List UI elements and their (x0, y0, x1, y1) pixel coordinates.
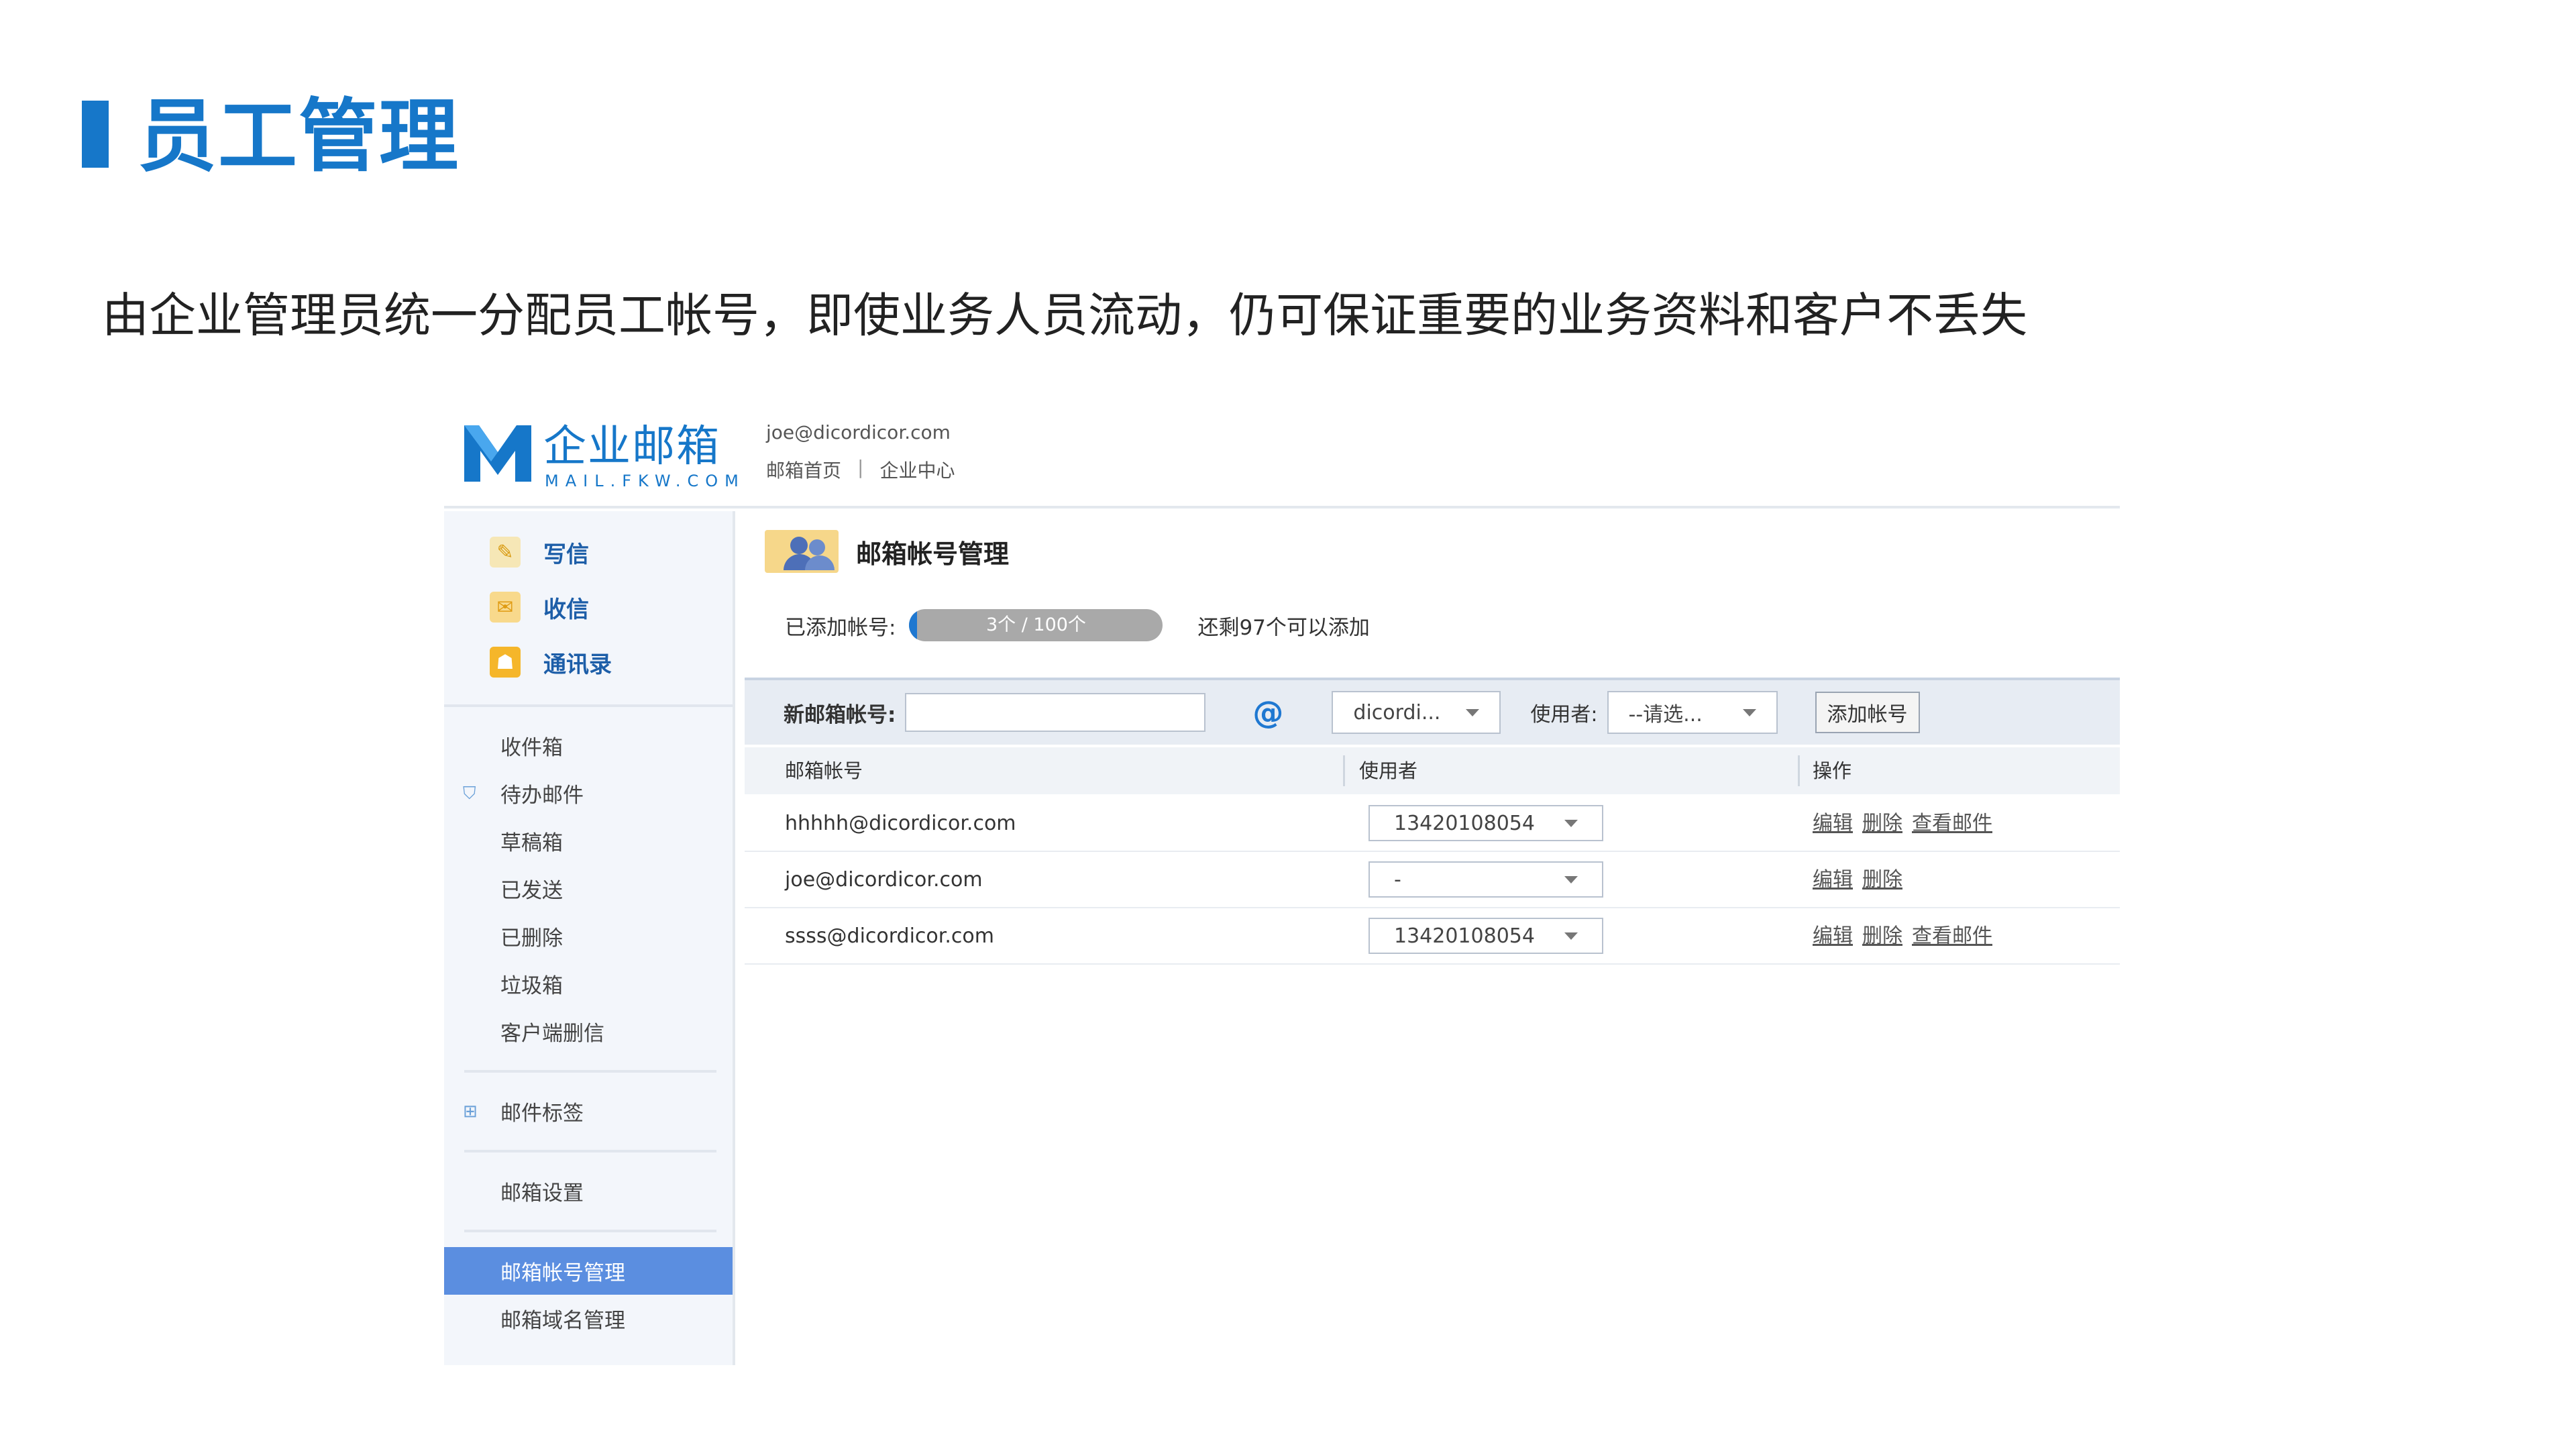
account-cell: ssss@dicordicor.com (785, 924, 994, 948)
sidebar-item-sent[interactable]: 已发送 (444, 865, 733, 912)
envelope-icon: ✉ (490, 592, 521, 623)
view-mail-link[interactable]: 查看邮件 (1912, 796, 1992, 852)
column-header-actions: 操作 (1813, 759, 1852, 782)
sidebar-item-receive[interactable]: ✉ 收信 (444, 580, 733, 635)
logo-text[interactable]: 企业邮箱 (543, 420, 720, 474)
user-dropdown[interactable]: - (1368, 861, 1603, 898)
quota-row: 已添加帐号: 3个 / 100个 还剩97个可以添加 (785, 605, 1370, 645)
user-dropdown[interactable]: 13420108054 (1368, 918, 1603, 954)
pencil-icon: ✎ (490, 537, 521, 568)
row-actions: 编辑 删除 查看邮件 (1813, 796, 1992, 852)
table-header: 邮箱帐号 使用者 操作 (745, 747, 2120, 794)
sidebar-divider (464, 1070, 716, 1073)
edit-link[interactable]: 编辑 (1813, 908, 1853, 965)
account-cell: joe@dicordicor.com (785, 868, 983, 892)
sidebar-item-deleted[interactable]: 已删除 (444, 912, 733, 960)
sidebar-item-drafts[interactable]: 草稿箱 (444, 817, 733, 865)
panel-header: 邮箱帐号管理 (765, 525, 1009, 578)
folder-label: 邮件标签 (500, 1102, 584, 1126)
slide-title: 员工管理 (138, 90, 460, 182)
mail-logo-icon[interactable] (464, 423, 531, 483)
column-header-account: 邮箱帐号 (785, 759, 863, 782)
users-icon (765, 530, 839, 573)
sidebar-item-domain-management[interactable]: 邮箱域名管理 (444, 1295, 733, 1342)
chevron-down-icon (1564, 932, 1578, 940)
slide-subtitle: 由企业管理员统一分配员工帐号，即使业务人员流动，仍可保证重要的业务资料和客户不丢… (102, 288, 2027, 343)
sidebar-item-inbox[interactable]: 收件箱 (444, 722, 733, 769)
enterprise-center-link[interactable]: 企业中心 (879, 456, 955, 483)
top-links: 邮箱首页 | 企业中心 (766, 456, 955, 483)
sidebar: ✎ 写信 ✉ 收信 ☗ 通讯录 收件箱 ⛉ 待办邮件 草稿箱 已发送 已删除 垃… (444, 511, 735, 1365)
edit-link[interactable]: 编辑 (1813, 796, 1853, 852)
shield-check-icon: ⛉ (463, 784, 476, 804)
user-label: 使用者: (1530, 703, 1598, 727)
add-account-button[interactable]: 添加帐号 (1815, 692, 1920, 733)
user-select-value: --请选... (1628, 703, 1703, 727)
quota-progress-text: 3个 / 100个 (985, 614, 1086, 635)
quota-progress-bar: 3个 / 100个 (909, 609, 1163, 641)
app-header: 企业邮箱 MAIL.FKW.COM joe@dicordicor.com 邮箱首… (444, 409, 2120, 508)
quick-actions: ✎ 写信 ✉ 收信 ☗ 通讯录 (444, 511, 733, 690)
sidebar-item-tags[interactable]: ⊞ 邮件标签 (444, 1087, 733, 1135)
user-dropdown[interactable]: 13420108054 (1368, 805, 1603, 841)
edit-link[interactable]: 编辑 (1813, 852, 1853, 908)
expand-plus-icon[interactable]: ⊞ (463, 1102, 482, 1121)
quick-label: 通讯录 (543, 651, 612, 678)
delete-link[interactable]: 删除 (1862, 852, 1902, 908)
chevron-down-icon (1564, 819, 1578, 827)
delete-link[interactable]: 删除 (1862, 796, 1902, 852)
sidebar-item-todo[interactable]: ⛉ 待办邮件 (444, 769, 733, 817)
table-row: ssss@dicordicor.com 13420108054 编辑 删除 查看… (745, 908, 2120, 965)
user-dropdown-value: - (1394, 867, 1401, 892)
logo-subtext: MAIL.FKW.COM (545, 472, 745, 490)
sidebar-item-settings[interactable]: 邮箱设置 (444, 1167, 733, 1215)
view-mail-link[interactable]: 查看邮件 (1912, 908, 1992, 965)
mail-app-screenshot: 企业邮箱 MAIL.FKW.COM joe@dicordicor.com 邮箱首… (444, 409, 2120, 1365)
title-accent-bar (82, 101, 109, 168)
folder-label: 待办邮件 (500, 784, 584, 808)
delete-link[interactable]: 删除 (1862, 908, 1902, 965)
domain-select-value: dicordi... (1353, 700, 1441, 724)
sidebar-divider (444, 704, 733, 707)
chevron-down-icon (1742, 708, 1756, 716)
quota-label: 已添加帐号: (785, 615, 896, 640)
column-divider (1798, 755, 1800, 786)
row-actions: 编辑 删除 (1813, 852, 1902, 908)
new-account-label: 新邮箱帐号: (784, 702, 896, 727)
chevron-down-icon (1466, 708, 1480, 716)
user-dropdown-value: 13420108054 (1394, 924, 1535, 948)
sidebar-item-client-deleted[interactable]: 客户端删信 (444, 1008, 733, 1055)
mailbox-home-link[interactable]: 邮箱首页 (766, 456, 841, 483)
quota-remaining: 还剩97个可以添加 (1197, 615, 1370, 640)
sidebar-item-account-management[interactable]: 邮箱帐号管理 (444, 1247, 733, 1295)
panel-title: 邮箱帐号管理 (856, 539, 1010, 569)
account-cell: hhhhh@dicordicor.com (785, 812, 1016, 835)
table-row: hhhhh@dicordicor.com 13420108054 编辑 删除 查… (745, 796, 2120, 852)
user-select[interactable]: --请选... (1607, 691, 1778, 734)
sidebar-item-spam[interactable]: 垃圾箱 (444, 960, 733, 1008)
column-header-user: 使用者 (1359, 759, 1418, 782)
chevron-down-icon (1564, 875, 1578, 883)
quick-label: 写信 (543, 541, 589, 568)
sidebar-divider (464, 1150, 716, 1152)
column-divider (1343, 755, 1345, 786)
main-panel: 邮箱帐号管理 已添加帐号: 3个 / 100个 还剩97个可以添加 新邮箱帐号:… (738, 511, 2120, 1365)
contacts-icon: ☗ (490, 647, 521, 678)
table-row: joe@dicordicor.com - 编辑 删除 (745, 852, 2120, 908)
add-account-form: 新邮箱帐号: @ dicordi... 使用者: --请选... 添加帐号 (745, 678, 2120, 745)
row-actions: 编辑 删除 查看邮件 (1813, 908, 1992, 965)
user-dropdown-value: 13420108054 (1394, 811, 1535, 835)
domain-select[interactable]: dicordi... (1332, 691, 1501, 734)
sidebar-item-compose[interactable]: ✎ 写信 (444, 525, 733, 580)
link-separator: | (857, 456, 864, 478)
quick-label: 收信 (543, 596, 589, 623)
new-account-input[interactable] (905, 693, 1206, 732)
sidebar-item-contacts[interactable]: ☗ 通讯录 (444, 635, 733, 690)
user-email: joe@dicordicor.com (766, 421, 951, 443)
sidebar-divider (464, 1230, 716, 1232)
at-icon: @ (1252, 694, 1284, 731)
